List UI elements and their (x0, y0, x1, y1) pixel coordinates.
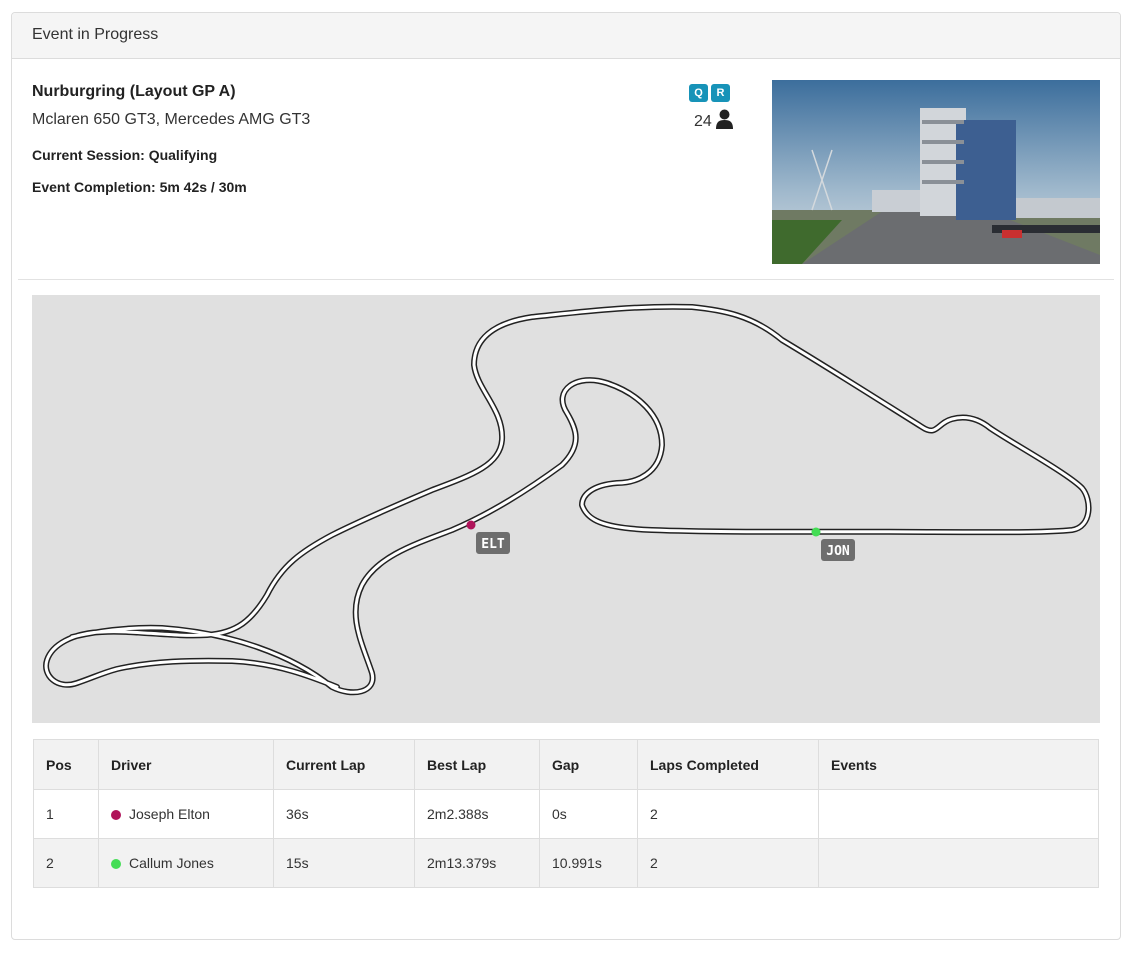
completion-label: Event Completion: (32, 179, 156, 195)
driver-marker-elt-label: ELT (481, 537, 505, 552)
driver-name: Callum Jones (129, 855, 214, 871)
row-current-lap: 36s (273, 789, 415, 839)
driver-marker-elt-dot (466, 520, 476, 530)
col-driver[interactable]: Driver (98, 739, 274, 790)
completion-value: 5m 42s / 30m (159, 179, 247, 195)
table-row: 2 Callum Jones 15s 2m13.379s 10.991s 2 (33, 838, 1099, 888)
driver-marker-elt: ELT (466, 520, 510, 554)
driver-marker-jon-label: JON (826, 544, 850, 559)
player-count: 24 (694, 109, 733, 134)
col-laps-completed[interactable]: Laps Completed (637, 739, 819, 790)
panel-title: Event in Progress (12, 13, 1120, 59)
row-best-lap: 2m13.379s (414, 838, 540, 888)
driver-marker-jon-dot (811, 527, 821, 537)
row-driver: Callum Jones (98, 838, 274, 888)
row-current-lap: 15s (273, 838, 415, 888)
track-image (772, 80, 1100, 264)
row-pos: 1 (33, 789, 99, 839)
section-divider (18, 279, 1114, 280)
driver-name: Joseph Elton (129, 806, 210, 822)
session-label: Current Session: (32, 147, 145, 163)
track-map: ELT JON (32, 295, 1100, 723)
row-gap: 10.991s (539, 838, 638, 888)
race-badge: R (711, 84, 730, 102)
session-badges: Q R (689, 84, 730, 102)
driver-color-dot (111, 810, 121, 820)
track-name: Nurburgring (Layout GP A) (32, 83, 236, 100)
row-driver: Joseph Elton (98, 789, 274, 839)
standings-table: Pos Driver Current Lap Best Lap Gap Laps… (33, 739, 1099, 888)
col-events[interactable]: Events (818, 739, 1099, 790)
car-list: Mclaren 650 GT3, Mercedes AMG GT3 (32, 111, 311, 128)
event-completion: Event Completion: 5m 42s / 30m (32, 179, 247, 195)
col-current-lap[interactable]: Current Lap (273, 739, 415, 790)
driver-color-dot (111, 859, 121, 869)
row-laps-completed: 2 (637, 789, 819, 839)
row-pos: 2 (33, 838, 99, 888)
row-events (818, 789, 1099, 839)
table-row: 1 Joseph Elton 36s 2m2.388s 0s 2 (33, 789, 1099, 839)
current-session: Current Session: Qualifying (32, 147, 217, 163)
col-gap[interactable]: Gap (539, 739, 638, 790)
table-header-row: Pos Driver Current Lap Best Lap Gap Laps… (33, 739, 1099, 790)
session-value: Qualifying (148, 147, 218, 163)
row-laps-completed: 2 (637, 838, 819, 888)
user-icon (715, 109, 733, 134)
qualifying-badge: Q (689, 84, 708, 102)
col-best-lap[interactable]: Best Lap (414, 739, 540, 790)
event-info: Nurburgring (Layout GP A) Mclaren 650 GT… (12, 59, 1120, 279)
col-pos[interactable]: Pos (33, 739, 99, 790)
row-gap: 0s (539, 789, 638, 839)
event-panel: Event in Progress Nurburgring (Layout GP… (11, 12, 1121, 940)
row-best-lap: 2m2.388s (414, 789, 540, 839)
player-count-value: 24 (694, 112, 712, 130)
row-events (818, 838, 1099, 888)
